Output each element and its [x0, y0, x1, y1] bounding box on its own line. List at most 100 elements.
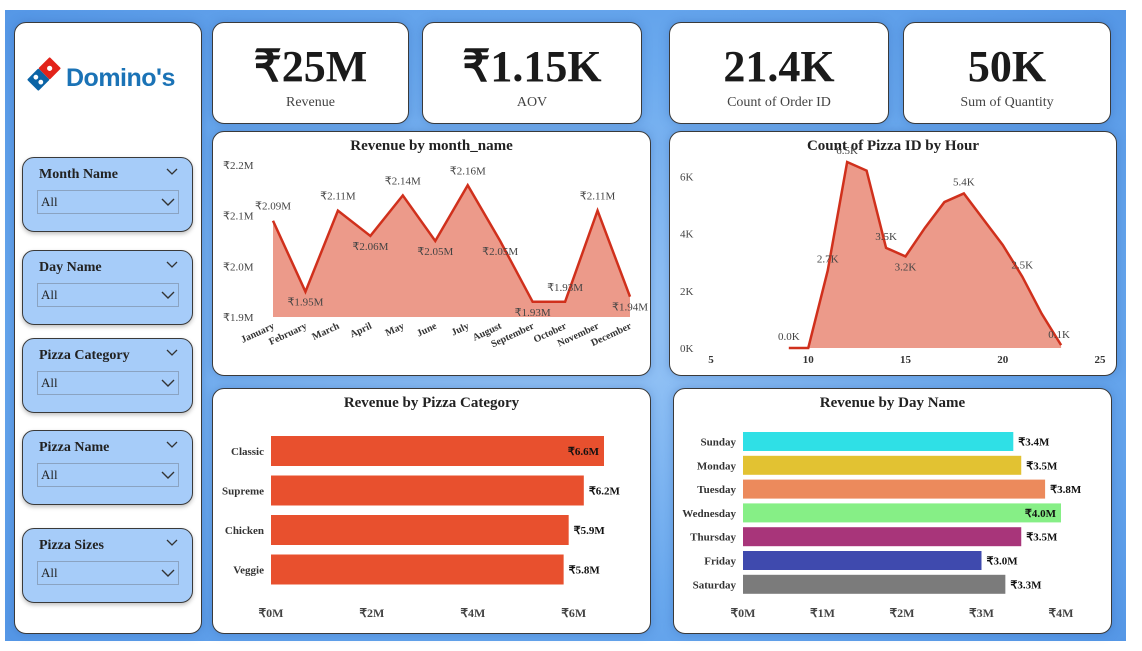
- slicer-pizza-sizes: Pizza Sizes All: [22, 528, 193, 603]
- slicer-title: Pizza Name: [39, 440, 110, 455]
- chart-card-pizza-by-hour: Count of Pizza ID by Hour 0K 2K 4K 6K 5 10 15 2…: [669, 131, 1117, 376]
- slicer-title: Pizza Category: [39, 348, 130, 363]
- x-tick-label: 20: [997, 354, 1009, 366]
- kpi-label: Count of Order ID: [727, 95, 831, 110]
- slicer-dropdown[interactable]: All: [37, 561, 179, 585]
- data-label: ₹2.05M: [417, 246, 453, 258]
- bar: [743, 574, 1006, 594]
- data-label: ₹1.93M: [515, 307, 551, 319]
- data-label: ₹6.2M: [589, 486, 621, 498]
- chevron-down-icon: [161, 198, 175, 206]
- slicer-title: Day Name: [39, 260, 102, 275]
- kpi-card-revenue: ₹25M Revenue: [212, 22, 409, 124]
- data-label: 3.5K: [875, 231, 897, 243]
- y-tick-label: Veggie: [233, 565, 264, 577]
- data-label: ₹3.8M: [1050, 484, 1082, 496]
- slicer-pizza-name: Pizza Name All: [22, 430, 193, 505]
- x-tick-label: ₹3M: [969, 606, 994, 620]
- chevron-down-icon[interactable]: [166, 260, 178, 270]
- y-tick-label: Chicken: [225, 525, 264, 537]
- slicer-selected-value: All: [41, 375, 58, 390]
- x-tick-label: ₹6M: [561, 606, 586, 620]
- slicer-selected-value: All: [41, 565, 58, 580]
- chevron-down-icon: [161, 471, 175, 479]
- bar: [743, 527, 1022, 547]
- kpi-value: ₹1.15K: [462, 42, 602, 91]
- slicer-dropdown[interactable]: All: [37, 190, 179, 214]
- slicer-selected-value: All: [41, 467, 58, 482]
- chevron-down-icon: [161, 291, 175, 299]
- data-label: ₹2.06M: [352, 241, 388, 253]
- y-tick-label: 6K: [680, 171, 694, 183]
- y-tick-label: Sunday: [701, 437, 737, 449]
- slicer-dropdown[interactable]: All: [37, 283, 179, 307]
- data-label: ₹6.6M: [568, 446, 600, 458]
- revenue-by-category-chart: Classic ₹6.6M Supreme ₹6.2M Chicken ₹5.9M Vegg…: [222, 436, 621, 620]
- data-label: ₹2.14M: [385, 175, 421, 187]
- x-tick-label: February: [267, 321, 308, 348]
- data-label: 3.2K: [895, 261, 917, 273]
- data-label: ₹5.8M: [569, 565, 601, 577]
- data-label: ₹3.3M: [1010, 579, 1042, 591]
- chevron-down-icon[interactable]: [166, 167, 178, 177]
- bar: [271, 554, 564, 585]
- slicer-selected-value: All: [41, 194, 58, 209]
- x-tick-label: ₹1M: [810, 606, 835, 620]
- kpi-card-aov: ₹1.15K AOV: [422, 22, 642, 124]
- data-label: ₹3.5M: [1026, 532, 1058, 544]
- data-label: ₹2.16M: [450, 165, 486, 177]
- x-tick-label: April: [348, 321, 373, 341]
- y-tick-label: Supreme: [222, 486, 264, 498]
- slicer-dropdown[interactable]: All: [37, 463, 179, 487]
- x-tick-label: June: [415, 321, 439, 340]
- chevron-down-icon[interactable]: [166, 440, 178, 450]
- y-tick-label: ₹1.9M: [223, 312, 254, 324]
- data-label: ₹1.93M: [547, 282, 583, 294]
- data-label: ₹5.9M: [574, 525, 606, 537]
- chevron-down-icon: [161, 379, 175, 387]
- revenue-by-month-chart: ₹1.9M ₹2.0M ₹2.1M ₹2.2M ₹2.09M ₹1.95M ₹2.11M ₹2…: [223, 160, 648, 350]
- y-tick-label: 0K: [680, 343, 694, 355]
- y-tick-label: Thursday: [690, 532, 736, 544]
- chart-card-revenue-by-day: Revenue by Day Name Sunday ₹3.4M Monday ₹3.…: [673, 388, 1112, 634]
- kpi-label: Sum of Quantity: [960, 95, 1054, 110]
- slicer-selected-value: All: [41, 287, 58, 302]
- slicer-dropdown[interactable]: All: [37, 371, 179, 395]
- data-label: ₹3.5M: [1026, 460, 1058, 472]
- kpi-card-quantity: 50K Sum of Quantity: [903, 22, 1111, 124]
- chevron-down-icon[interactable]: [166, 538, 178, 548]
- slicer-day-name: Day Name All: [22, 250, 193, 325]
- y-tick-label: ₹2.0M: [223, 261, 254, 273]
- x-tick-label: July: [450, 321, 471, 339]
- x-tick-label: 25: [1095, 354, 1107, 366]
- data-label: ₹1.95M: [287, 297, 323, 309]
- data-label: ₹1.94M: [612, 302, 648, 314]
- y-tick-label: Classic: [231, 446, 264, 458]
- slicer-title: Month Name: [39, 167, 118, 182]
- data-label: ₹3.0M: [987, 556, 1019, 568]
- dominos-logo-icon: [27, 57, 61, 91]
- pizza-by-hour-chart: 0K 2K 4K 6K 5 10 15 20 25 0.0K 2.7K 6.5K 3.5K 3.2K 5.4…: [680, 145, 1107, 366]
- data-label: 6.5K: [836, 145, 858, 157]
- bar: [271, 436, 604, 466]
- y-tick-label: 4K: [680, 229, 694, 241]
- bar: [743, 455, 1022, 475]
- x-tick-label: 5: [708, 354, 714, 366]
- slicer-month-name: Month Name All: [22, 157, 193, 232]
- chart-card-revenue-by-month: Revenue by month_name ₹1.9M ₹2.0M ₹2.1M ₹2.…: [212, 131, 651, 376]
- data-label: ₹2.11M: [320, 191, 356, 203]
- data-label: ₹3.4M: [1018, 437, 1050, 449]
- y-tick-label: 2K: [680, 286, 694, 298]
- bar: [743, 503, 1061, 523]
- data-label: 0.0K: [778, 331, 800, 343]
- y-tick-label: ₹2.2M: [223, 160, 254, 172]
- x-tick-label: ₹0M: [259, 606, 284, 620]
- chevron-down-icon[interactable]: [166, 348, 178, 358]
- data-label: ₹4.0M: [1025, 508, 1057, 520]
- kpi-value: 21.4K: [723, 42, 835, 91]
- y-tick-label: Wednesday: [682, 508, 736, 520]
- slicer-pizza-category: Pizza Category All: [22, 338, 193, 413]
- data-label: ₹2.05M: [482, 246, 518, 258]
- kpi-value: 50K: [967, 42, 1047, 91]
- y-tick-label: Tuesday: [697, 484, 736, 496]
